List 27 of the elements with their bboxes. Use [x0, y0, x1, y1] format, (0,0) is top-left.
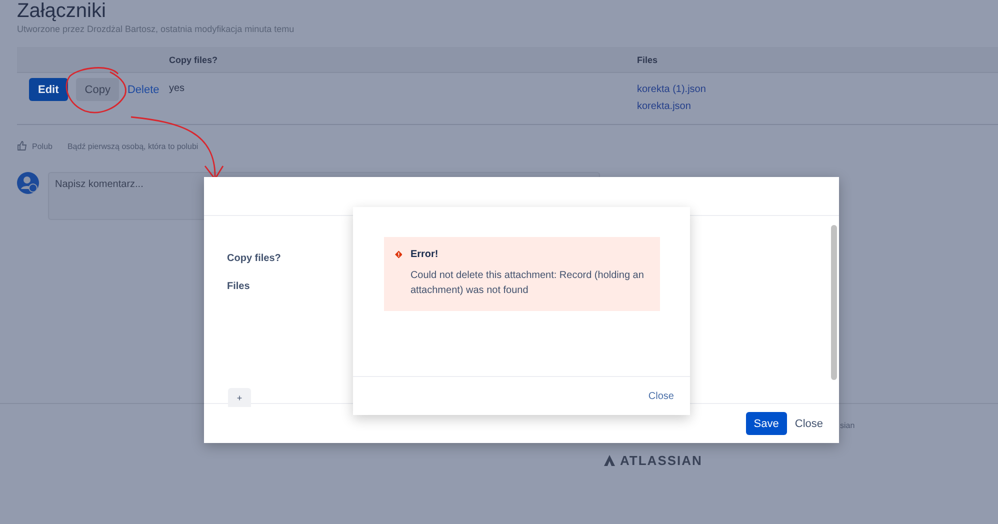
logo-icon — [604, 455, 615, 466]
file-link[interactable]: korekta.json — [637, 101, 691, 112]
close-button[interactable]: Close — [794, 412, 823, 435]
alert-message: Could not delete this attachment: Record (holding an attachment) was not found — [410, 269, 645, 298]
add-button[interactable]: + — [228, 388, 251, 407]
thumbs-up-icon — [17, 141, 27, 151]
column-header: Copy files? — [169, 54, 219, 64]
alert-title: Error! — [410, 249, 440, 260]
page-byline: Utworzone przez Drozdżal Bartosz, ostatnia modyfikacja minuta temu — [17, 24, 296, 34]
action-link[interactable]: Delete — [127, 78, 160, 101]
like-hint: Bądź pierwszą osobą, która to polubi — [67, 142, 198, 150]
footer-text: sian — [840, 421, 856, 430]
file-link[interactable]: korekta (1).json — [637, 84, 706, 95]
error-icon — [395, 249, 402, 260]
table-cell-text: yes — [169, 82, 186, 96]
field-label: Copy files? — [227, 253, 281, 264]
logo-text: ATLASSIAN — [620, 453, 702, 468]
column-header: Files — [637, 54, 659, 64]
like-button[interactable]: Polub — [17, 141, 52, 151]
field-label: Files — [227, 281, 250, 292]
scrollbar[interactable] — [831, 225, 837, 380]
close-button[interactable]: Close — [648, 390, 674, 402]
save-button[interactable]: Save — [746, 412, 787, 435]
page-title: Załączniki — [17, 0, 107, 22]
action-button[interactable]: Edit — [29, 78, 68, 101]
action-button[interactable]: Copy — [76, 78, 120, 101]
user-avatar-icon — [17, 172, 39, 194]
